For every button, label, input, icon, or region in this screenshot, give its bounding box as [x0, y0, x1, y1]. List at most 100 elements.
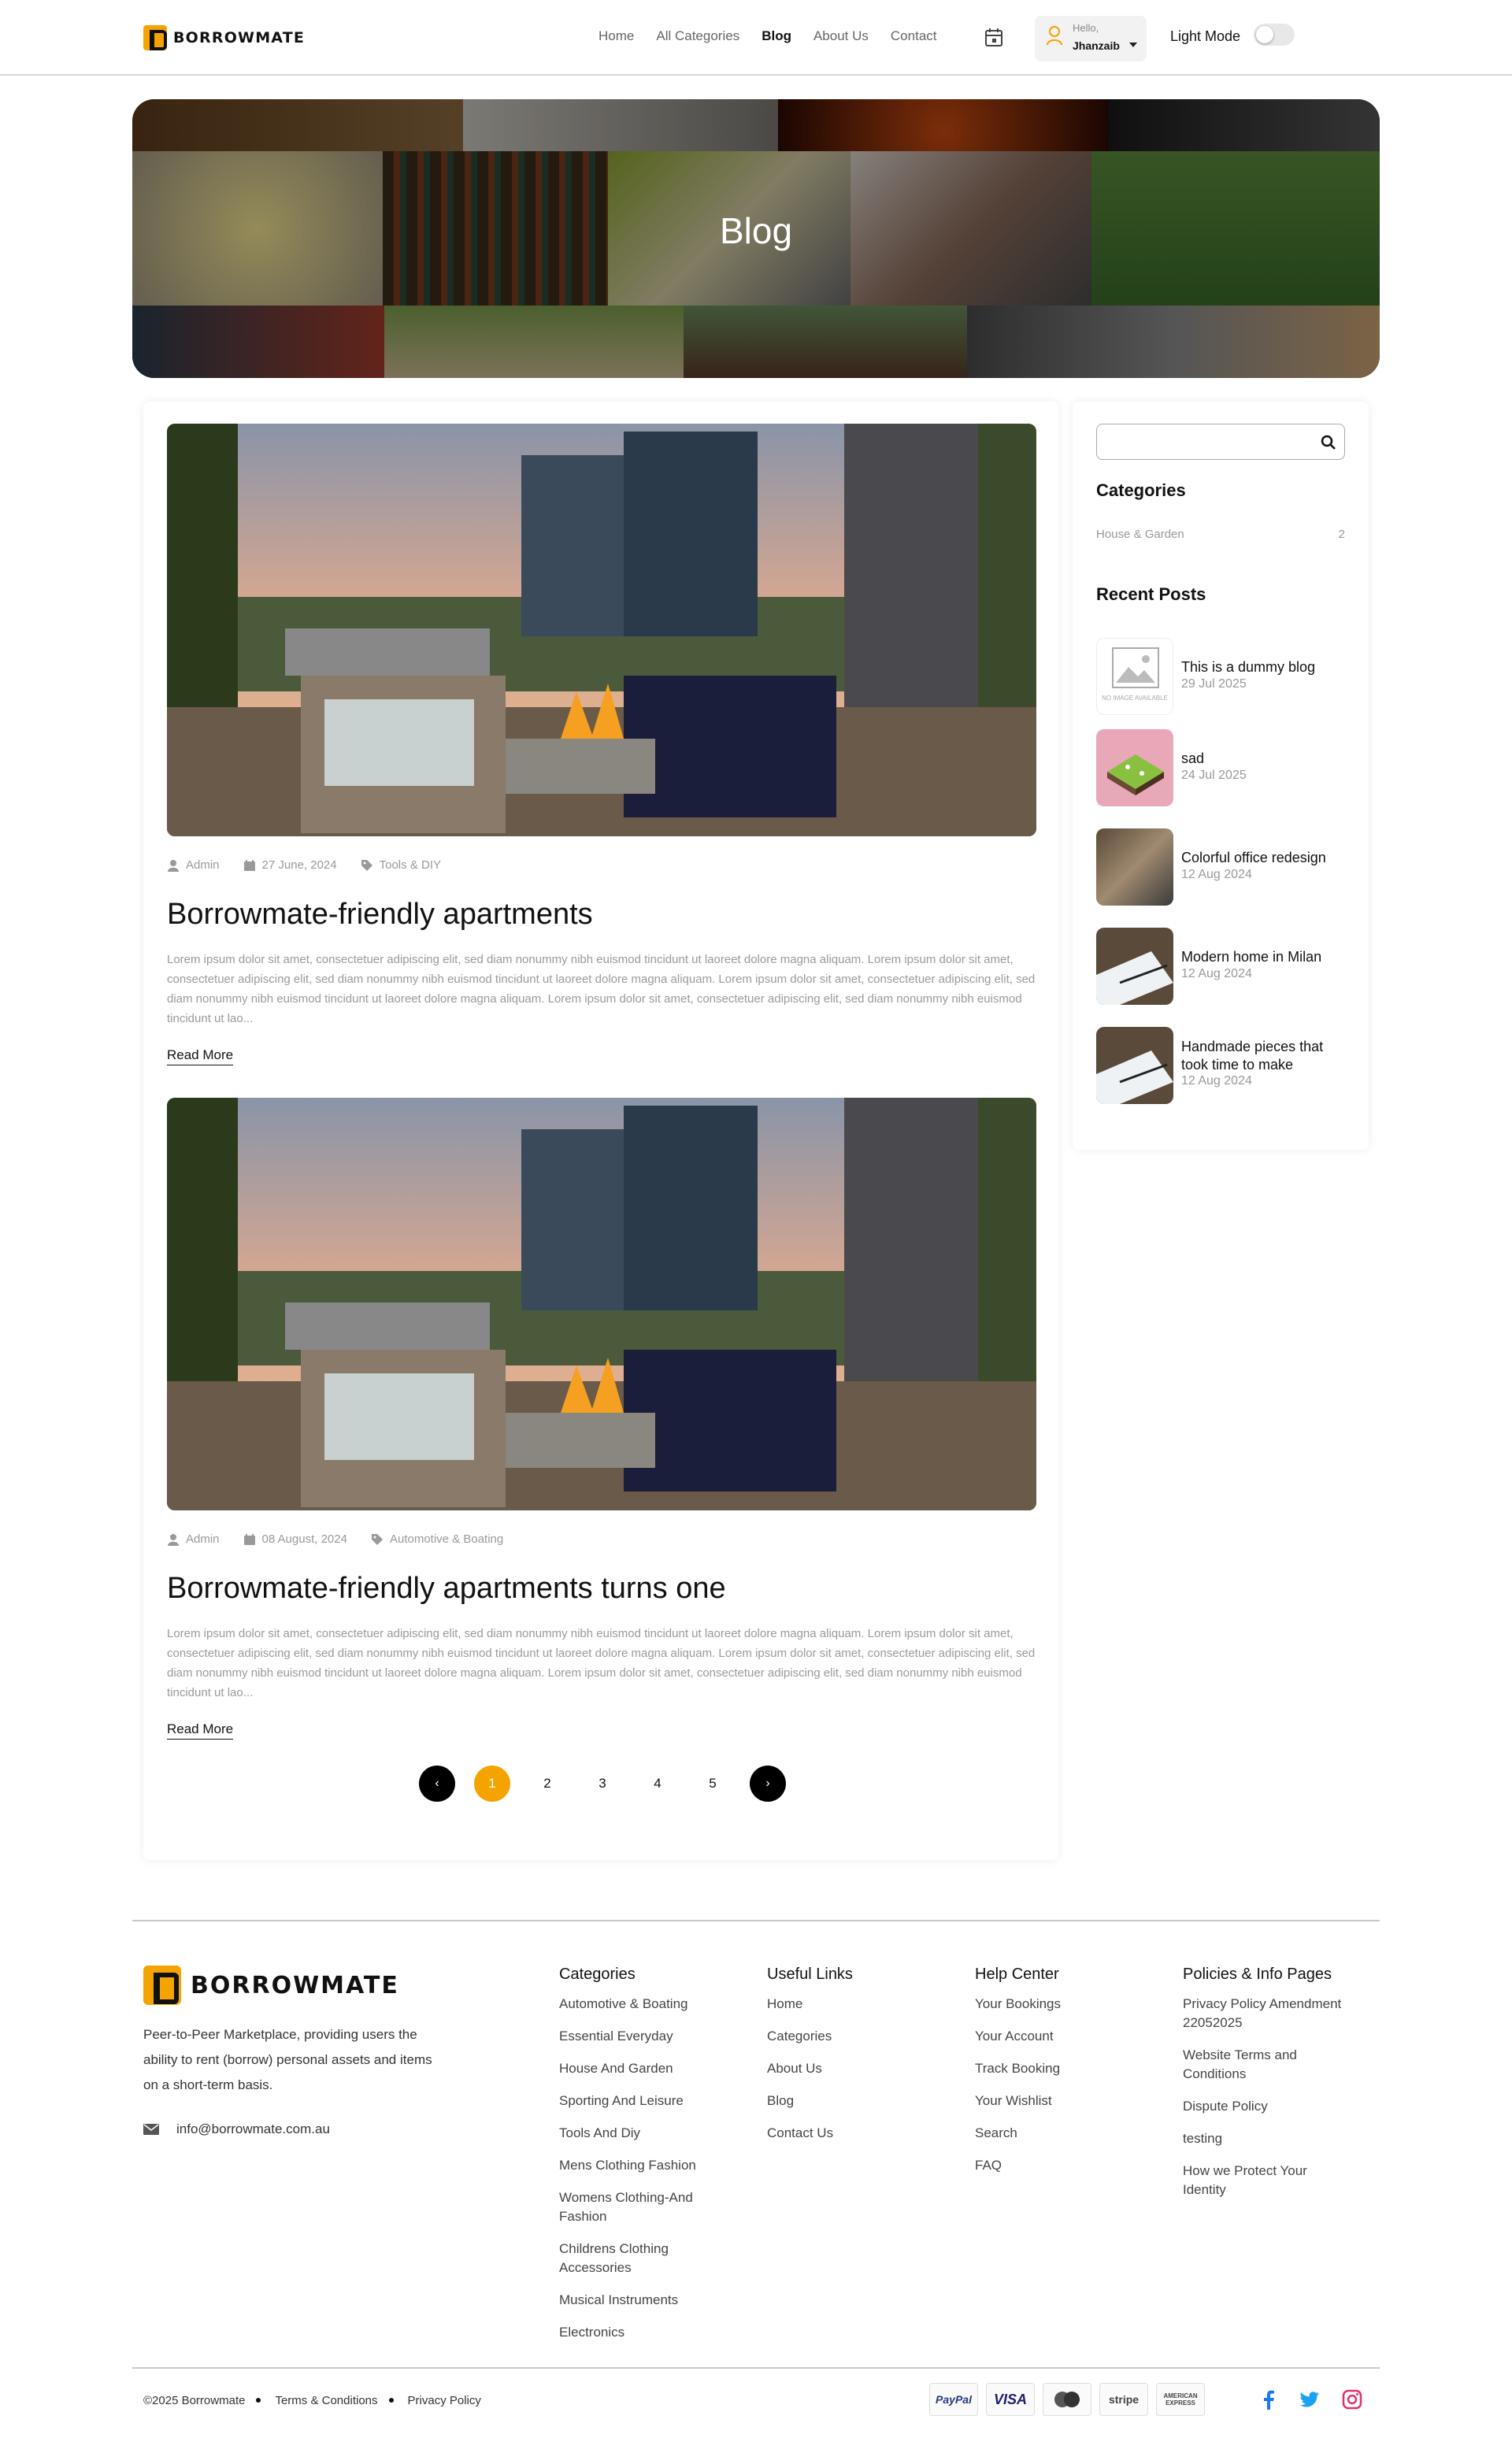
recent-post-date: 24 Jul 2025: [1181, 769, 1247, 782]
sidebar-category-item[interactable]: House & Garden 2: [1096, 528, 1345, 541]
nav-blog[interactable]: Blog: [762, 28, 791, 44]
footer-link[interactable]: Essential Everyday: [559, 2027, 724, 2046]
footer-link[interactable]: Dispute Policy: [1183, 2097, 1372, 2116]
post-category[interactable]: Tools & DIY: [361, 858, 441, 872]
search-input[interactable]: [1096, 424, 1345, 460]
footer-column-heading: Categories: [559, 1966, 636, 1983]
footer-bottom-bar: ©2025 Borrowmate Terms & Conditions Priv…: [143, 2394, 481, 2407]
category-count: 2: [1338, 528, 1345, 541]
notebook-thumbnail-image: [1096, 1050, 1173, 1104]
recent-post-thumbnail: [1096, 828, 1173, 906]
recent-post-item[interactable]: NO IMAGE AVAILABLE This is a dummy blog …: [1096, 638, 1345, 715]
footer-link[interactable]: Track Booking: [975, 2059, 1061, 2078]
footer-link[interactable]: Your Account: [975, 2027, 1061, 2046]
page-2-button[interactable]: 2: [529, 1766, 565, 1802]
recent-post-thumbnail: [1096, 1027, 1173, 1104]
page-1-button[interactable]: 1: [474, 1766, 510, 1802]
category-text: Automotive & Boating: [389, 1532, 504, 1546]
footer-email[interactable]: info@borrowmate.com.au: [143, 2121, 330, 2137]
footer-link[interactable]: Musical Instruments: [559, 2291, 724, 2310]
footer-link[interactable]: Automotive & Boating: [559, 1995, 724, 2014]
footer-link[interactable]: testing: [1183, 2129, 1372, 2148]
footer-link[interactable]: Home: [767, 1995, 853, 2014]
recent-post-title: Modern home in Milan: [1181, 949, 1322, 965]
recent-post-thumbnail: [1096, 729, 1173, 806]
recent-post-item[interactable]: Handmade pieces that took time to make 1…: [1096, 1027, 1345, 1104]
footer-link[interactable]: Electronics: [559, 2323, 724, 2342]
post-excerpt: Lorem ipsum dolor sit amet, consectetuer…: [167, 953, 1036, 1025]
recent-post-item[interactable]: sad 24 Jul 2025: [1096, 729, 1345, 806]
footer-link[interactable]: Tools And Diy: [559, 2124, 724, 2143]
footer-link[interactable]: Search: [975, 2124, 1061, 2143]
instagram-icon[interactable]: [1342, 2389, 1362, 2410]
user-name: Jhanzaib: [1073, 39, 1120, 52]
nav-about-us[interactable]: About Us: [813, 28, 869, 44]
footer-link[interactable]: Sporting And Leisure: [559, 2092, 724, 2110]
categories-heading: Categories: [1096, 480, 1186, 500]
footer-link[interactable]: Contact Us: [767, 2124, 853, 2143]
search-icon[interactable]: [1321, 435, 1336, 450]
recent-posts-heading: Recent Posts: [1096, 584, 1206, 604]
recent-post-item[interactable]: Modern home in Milan 12 Aug 2024: [1096, 928, 1345, 1005]
footer-link[interactable]: Mens Clothing Fashion: [559, 2156, 724, 2175]
footer-categories-column: Categories Automotive & Boating Essentia…: [559, 1966, 724, 2355]
footer-about-text: Peer-to-Peer Marketplace, providing user…: [143, 2027, 432, 2092]
user-icon: [1047, 26, 1062, 46]
post-title[interactable]: Borrowmate-friendly apartments: [167, 898, 593, 932]
mode-label: Light Mode: [1170, 28, 1241, 44]
nav-contact[interactable]: Contact: [891, 28, 937, 44]
footer-link[interactable]: Your Bookings: [975, 1995, 1061, 2014]
footer-link[interactable]: Womens Clothing-And Fashion: [559, 2188, 724, 2226]
read-more-link[interactable]: Read More: [167, 1721, 234, 1740]
post-meta: Admin 08 August, 2024 Automotive & Boati…: [167, 1532, 503, 1546]
author-name: Admin: [186, 1532, 220, 1546]
nav-home[interactable]: Home: [598, 28, 634, 44]
page-4-button[interactable]: 4: [639, 1766, 676, 1802]
footer-link[interactable]: Categories: [767, 2027, 853, 2046]
footer-column-heading: Policies & Info Pages: [1183, 1966, 1332, 1983]
footer-link[interactable]: About Us: [767, 2059, 853, 2078]
blog-sidebar: Categories House & Garden 2 Recent Posts…: [1073, 402, 1369, 1150]
footer-link[interactable]: Privacy Policy Amendment 22052025: [1183, 1995, 1372, 2032]
garden-thumbnail-image: [1107, 754, 1164, 795]
next-page-button[interactable]: ›: [750, 1766, 786, 1802]
prev-page-button[interactable]: ‹: [419, 1766, 455, 1802]
footer-link[interactable]: FAQ: [975, 2156, 1061, 2175]
page-5-button[interactable]: 5: [695, 1766, 731, 1802]
no-image-thumbnail: [1096, 638, 1173, 715]
recent-post-item[interactable]: Colorful office redesign 12 Aug 2024: [1096, 828, 1345, 906]
footer-logo[interactable]: BORROWMATE: [143, 1966, 399, 2005]
page-3-button[interactable]: 3: [584, 1766, 621, 1802]
light-mode-toggle[interactable]: [1254, 24, 1295, 46]
footer-link[interactable]: Blog: [767, 2092, 853, 2110]
mail-icon: [143, 2124, 159, 2135]
image-placeholder-icon: [1112, 647, 1159, 688]
facebook-icon[interactable]: [1258, 2389, 1279, 2410]
recent-post-date: 12 Aug 2024: [1181, 967, 1252, 980]
terms-link[interactable]: Terms & Conditions: [275, 2394, 377, 2407]
site-logo[interactable]: BORROWMATE: [143, 25, 305, 50]
bookings-calendar-icon[interactable]: [983, 27, 1005, 49]
post-category[interactable]: Automotive & Boating: [371, 1532, 503, 1546]
footer-link[interactable]: How we Protect Your Identity: [1183, 2162, 1340, 2199]
post-title[interactable]: Borrowmate-friendly apartments turns one: [167, 1572, 726, 1606]
calendar-icon: [243, 859, 255, 871]
footer-link[interactable]: House And Garden: [559, 2059, 724, 2078]
footer-link[interactable]: Childrens Clothing Accessories: [559, 2240, 724, 2277]
mastercard-icon: [1043, 2383, 1091, 2416]
amex-icon: AMERICAN EXPRESS: [1156, 2383, 1205, 2416]
privacy-link[interactable]: Privacy Policy: [408, 2394, 481, 2407]
post-image[interactable]: [167, 424, 1036, 836]
footer-useful-links-column: Useful Links Home Categories About Us Bl…: [767, 1966, 853, 2156]
read-more-link[interactable]: Read More: [167, 1047, 234, 1065]
nav-all-categories[interactable]: All Categories: [656, 28, 739, 44]
post-image[interactable]: [167, 1098, 1036, 1510]
separator-dot: [388, 2397, 394, 2403]
post-author: Admin: [167, 1532, 220, 1546]
footer-link[interactable]: Your Wishlist: [975, 2092, 1061, 2110]
user-menu[interactable]: Hello, Jhanzaib: [1035, 16, 1147, 61]
footer-link[interactable]: Website Terms and Conditions: [1183, 2046, 1340, 2084]
notebook-thumbnail-image: [1096, 951, 1173, 1005]
twitter-icon[interactable]: [1299, 2389, 1320, 2410]
post-date: 27 June, 2024: [243, 858, 337, 872]
